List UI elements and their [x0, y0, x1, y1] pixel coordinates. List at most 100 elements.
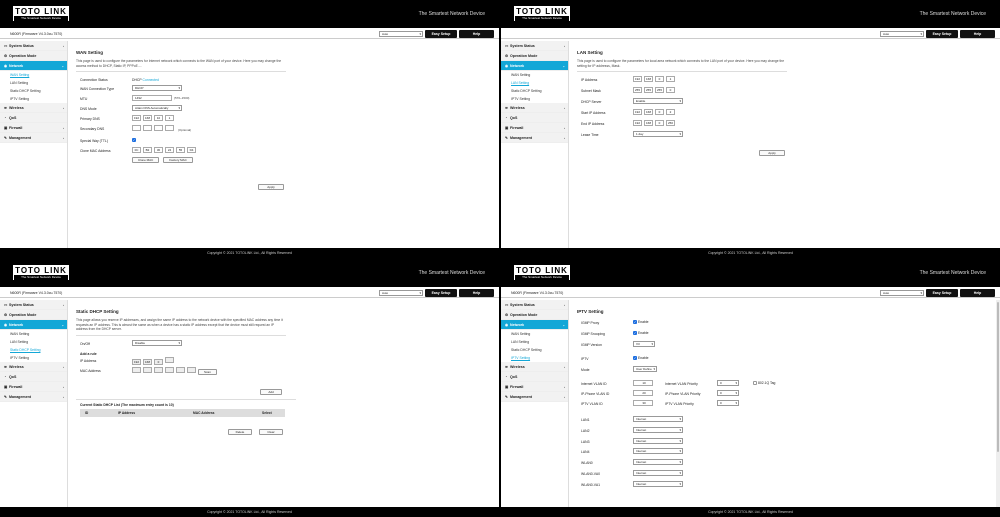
menu-system-status[interactable]: ▭ System Status ›: [0, 300, 67, 310]
end-ip-octet[interactable]: 0: [655, 120, 664, 126]
sub-iptv-setting[interactable]: IPTV Setting: [501, 354, 568, 362]
start-ip-octet[interactable]: 168: [644, 109, 653, 115]
dhcp-ip-octet[interactable]: [165, 356, 174, 363]
primary-dns-octet[interactable]: 1: [165, 115, 174, 121]
mac-octet[interactable]: 55: [176, 147, 185, 153]
scan-button[interactable]: Scan: [198, 368, 217, 375]
sub-static-dhcp[interactable]: Static DHCP Setting: [0, 87, 67, 95]
dhcp-mac-octet[interactable]: [154, 366, 163, 373]
mac-octet[interactable]: D4: [187, 147, 196, 153]
start-ip-octet[interactable]: 2: [666, 109, 675, 115]
ipphone-vlan-id-input[interactable]: 20: [633, 390, 653, 396]
8021q-tag-checkbox[interactable]: [753, 381, 757, 386]
start-ip-octet[interactable]: 192: [633, 109, 642, 115]
port-select[interactable]: Internet: [633, 416, 683, 422]
dhcp-ip-octet[interactable]: 168: [143, 358, 152, 365]
end-ip-octet[interactable]: 168: [644, 120, 653, 126]
factory-mac-button[interactable]: Factory MAC: [163, 157, 193, 163]
dhcp-mac-octet[interactable]: [143, 366, 152, 373]
help-button[interactable]: Help: [459, 30, 494, 38]
sub-lan-setting[interactable]: LAN Setting: [0, 79, 67, 87]
internet-vlan-id-input[interactable]: 10: [633, 380, 653, 386]
mtu-input[interactable]: 1492: [132, 95, 172, 101]
mask-octet[interactable]: 255: [633, 87, 642, 93]
iptv-checkbox[interactable]: [633, 356, 637, 361]
clear-button[interactable]: Clear: [259, 429, 283, 435]
mask-octet[interactable]: 255: [644, 87, 653, 93]
language-select[interactable]: Auto: [379, 30, 423, 37]
sub-wan-setting[interactable]: WAN Setting: [0, 330, 67, 338]
dhcp-server-select[interactable]: Enable: [633, 98, 683, 104]
lease-time-select[interactable]: 1 day: [633, 131, 683, 137]
iptv-vlan-id-input[interactable]: 30: [633, 400, 653, 406]
menu-firewall[interactable]: ▣ Firewall ›: [0, 382, 67, 392]
easy-setup-button[interactable]: Easy Setup: [425, 30, 457, 38]
language-select[interactable]: Auto: [880, 289, 924, 296]
menu-firewall[interactable]: ▣ Firewall ›: [501, 382, 568, 392]
port-select[interactable]: Internet: [633, 437, 683, 444]
dhcp-ip-octet[interactable]: 192: [132, 358, 141, 365]
menu-qos[interactable]: ◔ QoS: [0, 372, 67, 382]
port-select[interactable]: Internet: [633, 480, 683, 487]
mac-octet[interactable]: 0C: [132, 147, 141, 153]
easy-setup-button[interactable]: Easy Setup: [926, 30, 958, 38]
mac-octet[interactable]: 30: [154, 147, 163, 153]
scrollbar[interactable]: [996, 300, 1000, 507]
ipphone-vlan-priority-select[interactable]: 0: [717, 390, 739, 396]
iptv-vlan-priority-select[interactable]: 0: [717, 400, 739, 406]
menu-firewall[interactable]: ▣ Firewall ›: [501, 123, 568, 133]
sub-static-dhcp[interactable]: Static DHCP Setting: [501, 346, 568, 354]
easy-setup-button[interactable]: Easy Setup: [926, 289, 958, 297]
end-ip-octet[interactable]: 192: [633, 120, 642, 126]
dhcp-mac-octet[interactable]: [132, 366, 141, 373]
menu-wireless[interactable]: ≋ Wireless ›: [0, 362, 67, 372]
mac-octet[interactable]: B2: [143, 147, 152, 153]
sub-lan-setting[interactable]: LAN Setting: [501, 79, 568, 87]
onoff-select[interactable]: Disable: [132, 339, 182, 346]
menu-wireless[interactable]: ≋ Wireless ›: [501, 103, 568, 113]
menu-network[interactable]: ◉ Network ⌄: [501, 61, 568, 71]
secondary-dns-octet[interactable]: [165, 125, 174, 131]
sub-wan-setting[interactable]: WAN Setting: [501, 330, 568, 338]
menu-operation-mode[interactable]: ⚙ Operation Mode: [501, 51, 568, 61]
primary-dns-octet[interactable]: 192: [132, 115, 141, 121]
start-ip-octet[interactable]: 0: [655, 109, 664, 115]
apply-button[interactable]: Apply: [759, 150, 785, 156]
port-select[interactable]: Internet: [633, 426, 683, 433]
sub-wan-setting[interactable]: WAN Setting: [0, 71, 67, 79]
primary-dns-octet[interactable]: 168: [143, 115, 152, 121]
add-button[interactable]: Add: [260, 389, 282, 395]
sub-iptv-setting[interactable]: IPTV Setting: [0, 95, 67, 103]
apply-button[interactable]: Apply: [258, 184, 284, 190]
menu-network[interactable]: ◉ Network ⌄: [0, 61, 67, 71]
menu-wireless[interactable]: ≋ Wireless ›: [501, 362, 568, 372]
sub-static-dhcp[interactable]: Static DHCP Setting: [0, 346, 67, 354]
menu-network[interactable]: ◉ Network ⌄: [0, 320, 67, 330]
end-ip-octet[interactable]: 250: [666, 120, 675, 126]
primary-dns-octet[interactable]: 10: [154, 115, 163, 121]
menu-operation-mode[interactable]: ⚙ Operation Mode: [0, 310, 67, 320]
help-button[interactable]: Help: [960, 289, 995, 297]
mask-octet[interactable]: 0: [666, 87, 675, 93]
menu-management[interactable]: ✎ Management ›: [0, 133, 67, 143]
secondary-dns-octet[interactable]: [143, 125, 152, 131]
menu-operation-mode[interactable]: ⚙ Operation Mode: [501, 310, 568, 320]
menu-system-status[interactable]: ▭ System Status ›: [501, 41, 568, 51]
port-select[interactable]: Internet: [633, 448, 683, 455]
sub-static-dhcp[interactable]: Static DHCP Setting: [501, 87, 568, 95]
internet-vlan-priority-select[interactable]: 0: [717, 380, 739, 386]
menu-system-status[interactable]: ▭ System Status ›: [501, 300, 568, 310]
igmp-version-select[interactable]: V3: [633, 341, 655, 347]
menu-management[interactable]: ✎ Management ›: [501, 392, 568, 402]
mac-octet[interactable]: 24: [165, 147, 174, 153]
clone-mac-button[interactable]: Clone MAC: [132, 157, 160, 163]
language-select[interactable]: Auto: [379, 289, 423, 296]
igmp-proxy-checkbox[interactable]: [633, 320, 637, 325]
language-select[interactable]: Auto: [880, 30, 924, 37]
menu-management[interactable]: ✎ Management ›: [501, 133, 568, 143]
help-button[interactable]: Help: [459, 289, 494, 297]
dhcp-mac-octet[interactable]: [165, 366, 174, 373]
secondary-dns-octet[interactable]: [132, 125, 141, 131]
mode-select[interactable]: User Define: [633, 366, 657, 372]
wan-type-select[interactable]: DHCP: [132, 85, 182, 91]
